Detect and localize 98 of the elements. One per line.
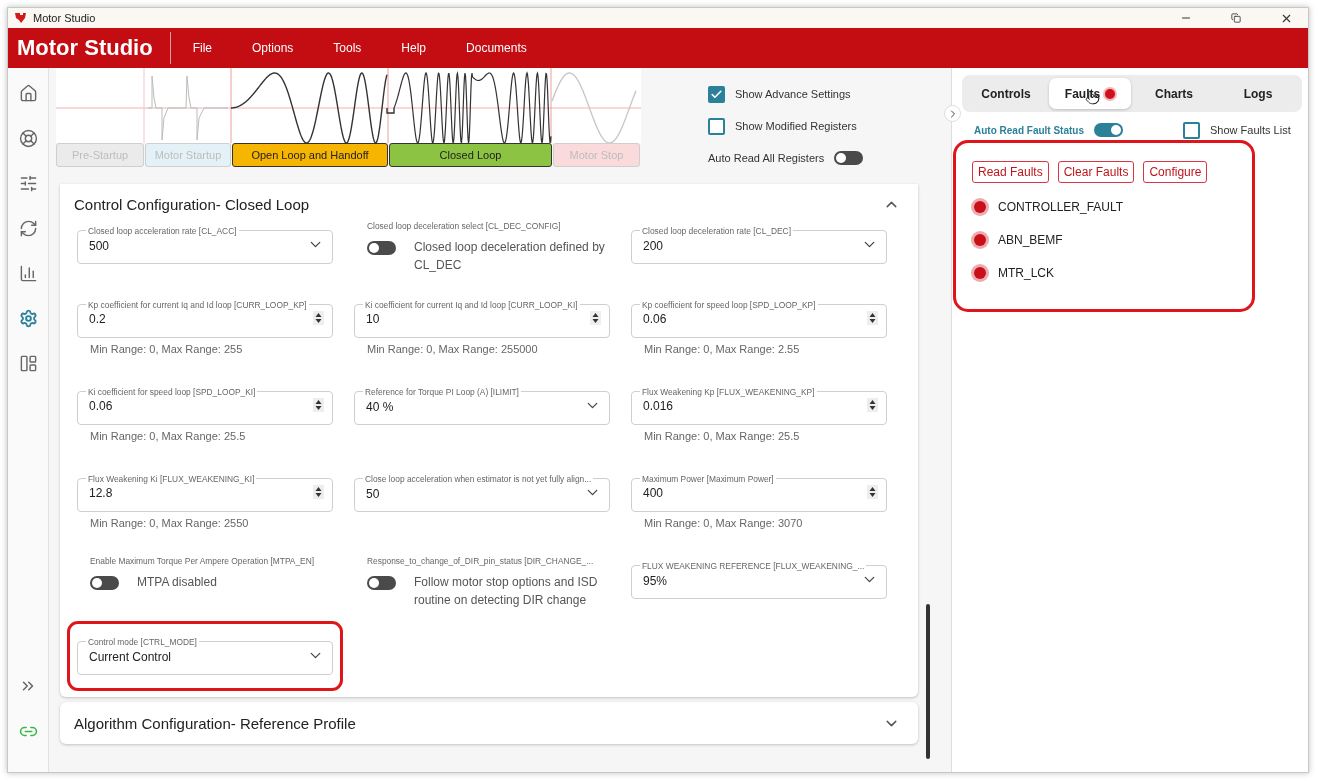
scrollbar[interactable]: [926, 604, 930, 759]
field-label: Kp coefficient for current Iq and Id loop [CURR_LOOP_KP]: [88, 300, 307, 310]
toggle-switch[interactable]: [367, 241, 396, 255]
field-label: Closed loop deceleration rate [CL_DEC]: [642, 226, 791, 236]
menu-item[interactable]: Documents: [446, 35, 547, 61]
range-hint: Min Range: 0, Max Range: 3070: [644, 517, 803, 529]
section-title: Control Configuration- Closed Loop: [74, 195, 310, 213]
number-field[interactable]: Kp coefficient for speed loop [SPD_LOOP_KP] 0.06: [631, 298, 887, 338]
check-icon: [710, 87, 723, 101]
tab[interactable]: Charts: [1133, 78, 1215, 109]
field-label: Closed loop deceleration select [CL_DEC_CONFIG]: [367, 221, 561, 231]
range-hint: Min Range: 0, Max Range: 2.55: [644, 343, 800, 355]
range-hint: Min Range: 0, Max Range: 25.5: [644, 430, 800, 442]
checkbox-label: Show Advance Settings: [735, 88, 851, 100]
window-title: Motor Studio: [33, 12, 97, 24]
field-label: Enable Maximum Torque Per Ampere Operation [MTPA_EN]: [90, 556, 315, 566]
select-field[interactable]: Close loop acceleration when estimator is not yet fully align... 50: [354, 472, 610, 512]
menu-item[interactable]: Options: [232, 35, 314, 61]
fault-name: ABN_BEMF: [998, 233, 1063, 247]
stage-button[interactable]: Closed Loop: [389, 143, 552, 167]
fault-action-button[interactable]: Read Faults: [972, 161, 1049, 183]
range-hint: Min Range: 0, Max Range: 255000: [367, 343, 538, 355]
spinner-icon[interactable]: [313, 398, 324, 412]
field-label: Ki coefficient for current Iq and Id loop [CURR_LOOP_KI]: [365, 300, 578, 310]
field-value: 0.06: [89, 399, 113, 413]
checkbox[interactable]: [708, 117, 725, 135]
toggle-label: MTPA disabled: [137, 574, 218, 591]
checkbox[interactable]: [708, 85, 725, 103]
field-value: 10: [366, 312, 380, 326]
select-field[interactable]: Control mode [CTRL_MODE] Current Control: [77, 635, 333, 675]
checkbox-label: Show Faults List: [1210, 124, 1291, 136]
number-field[interactable]: Ki coefficient for current Iq and Id loop [CURR_LOOP_KI] 10: [354, 298, 610, 338]
restore-icon: [1231, 13, 1241, 23]
field-label: Closed loop acceleration rate [CL_ACC]: [88, 226, 237, 236]
number-field[interactable]: Ki coefficient for speed loop [SPD_LOOP_KI] 0.06: [77, 385, 333, 425]
section-title: Algorithm Configuration- Reference Profile: [74, 714, 356, 732]
tab[interactable]: Controls: [965, 78, 1047, 109]
toggle-label: Follow motor stop options and ISD routine on detecting DIR change: [414, 574, 599, 609]
menu-item[interactable]: File: [172, 35, 232, 61]
number-field[interactable]: Maximum Power [Maximum Power] 400: [631, 472, 887, 512]
toggle-switch[interactable]: [367, 576, 396, 590]
field-label: Flux Weakening Ki [FLUX_WEAKENING_KI]: [88, 474, 255, 484]
field-label: Flux Weakening Kp [FLUX_WEAKENING_KP]: [642, 387, 815, 397]
select-field[interactable]: Closed loop deceleration rate [CL_DEC] 200: [631, 224, 887, 264]
field-value: 0.2: [89, 312, 106, 326]
spinner-icon[interactable]: [867, 398, 878, 412]
field-value: 500: [89, 238, 110, 253]
field-label: Kp coefficient for speed loop [SPD_LOOP_KP]: [642, 300, 816, 310]
field-value: 50: [366, 486, 380, 501]
menu-item[interactable]: Help: [381, 35, 447, 61]
spinner-icon[interactable]: [867, 311, 878, 325]
spinner-icon[interactable]: [590, 311, 601, 325]
field-value: 12.8: [89, 486, 113, 500]
field-label: Response_to_change_of_DIR_pin_status [DIR_CHANGE_...: [367, 556, 594, 566]
field-label: Control mode [CTRL_MODE]: [88, 637, 197, 647]
spinner-icon[interactable]: [313, 485, 324, 499]
checkbox-label: Show Modified Registers: [735, 120, 857, 132]
field-value: 40 %: [366, 399, 394, 414]
lifebuoy-icon[interactable]: [17, 127, 39, 149]
stage-button[interactable]: Open Loop and Handoff: [232, 143, 388, 167]
field-label: Ki coefficient for speed loop [SPD_LOOP_KI]: [88, 387, 256, 397]
fault-action-button[interactable]: Configure: [1143, 161, 1208, 183]
field-label: Close loop acceleration when estimator is not yet fully align...: [365, 474, 592, 484]
range-hint: Min Range: 0, Max Range: 255: [90, 343, 243, 355]
settings-icon[interactable]: [17, 307, 39, 329]
field-label: Maximum Power [Maximum Power]: [642, 474, 774, 484]
number-field[interactable]: Flux Weakening Kp [FLUX_WEAKENING_KP] 0.016: [631, 385, 887, 425]
toggle-label: Closed loop deceleration defined by CL_DEC: [414, 239, 606, 274]
fault-action-button[interactable]: Clear Faults: [1057, 161, 1135, 183]
toggle-label: Auto Read All Registers: [708, 152, 825, 164]
range-hint: Min Range: 0, Max Range: 2550: [90, 517, 249, 529]
field-value: 400: [643, 486, 664, 500]
field-value: 0.016: [643, 399, 674, 413]
field-value: Current Control: [89, 649, 172, 664]
field-label: FLUX WEAKENING REFERENCE [FLUX_WEAKENING_...: [642, 561, 865, 571]
field-value: 0.06: [643, 312, 667, 326]
field-value: 200: [643, 238, 664, 253]
fault-name: MTR_LCK: [998, 266, 1054, 280]
menu-item[interactable]: Tools: [313, 35, 382, 61]
checkbox[interactable]: [1183, 121, 1200, 139]
toggle-label: Auto Read Fault Status: [974, 124, 1084, 136]
range-hint: Min Range: 0, Max Range: 25.5: [90, 430, 246, 442]
number-field[interactable]: Flux Weakening Ki [FLUX_WEAKENING_KI] 12.8: [77, 472, 333, 512]
toggle-switch[interactable]: [1094, 123, 1123, 137]
spinner-icon[interactable]: [867, 485, 878, 499]
select-field[interactable]: Closed loop acceleration rate [CL_ACC] 500: [77, 224, 333, 264]
toggle-switch[interactable]: [90, 576, 119, 590]
app-name: Motor Studio: [16, 35, 154, 61]
number-field[interactable]: Kp coefficient for current Iq and Id loop [CURR_LOOP_KP] 0.2: [77, 298, 333, 338]
spinner-icon[interactable]: [313, 311, 324, 325]
field-value: 95%: [643, 573, 668, 588]
select-field[interactable]: Reference for Torque PI Loop (A) [ILIMIT] 40 %: [354, 385, 610, 425]
select-field[interactable]: FLUX WEAKENING REFERENCE [FLUX_WEAKENING_... 95%: [631, 559, 887, 599]
app-logo-icon: [14, 12, 27, 24]
tab[interactable]: Logs: [1217, 78, 1299, 109]
field-label: Reference for Torque PI Loop (A) [ILIMIT]: [365, 387, 519, 397]
fault-name: CONTROLLER_FAULT: [998, 200, 1124, 214]
toggle-switch[interactable]: [834, 151, 864, 165]
